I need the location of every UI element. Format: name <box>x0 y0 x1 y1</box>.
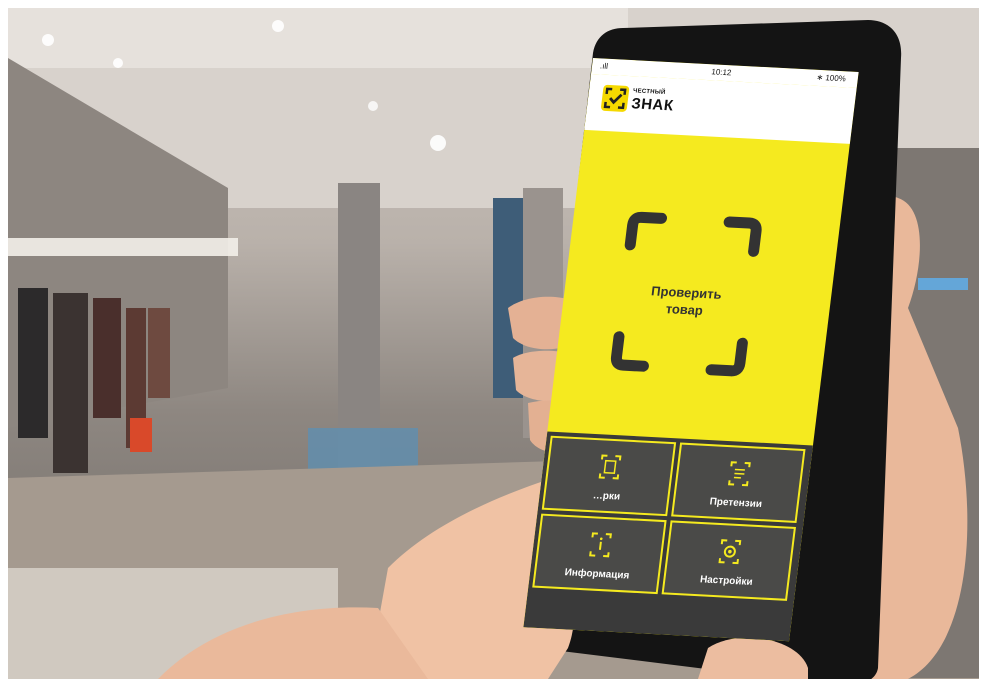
menu-grid: …рки Претензии Информация Настройки <box>523 431 813 642</box>
menu-tile-info[interactable]: Информация <box>532 513 667 595</box>
status-time: 10:12 <box>710 67 732 78</box>
menu-tile-label: Настройки <box>699 574 754 588</box>
check-frame-icon <box>600 84 630 113</box>
document-icon <box>598 454 622 480</box>
check-product-label: Проверить товар <box>616 281 755 322</box>
info-frame-icon <box>589 532 612 558</box>
menu-tile-label: Информация <box>563 567 630 582</box>
menu-tile-claims[interactable]: Претензии <box>671 442 806 523</box>
menu-tile-settings[interactable]: Настройки <box>661 520 796 601</box>
settings-icon <box>718 539 742 565</box>
menu-tile-checks[interactable]: …рки <box>541 435 677 517</box>
menu-tile-label: …рки <box>592 490 621 503</box>
logo-text-big: ЗНАК <box>630 95 675 115</box>
menu-tile-label: Претензии <box>709 496 763 511</box>
battery-indicator: ∗ 100% <box>816 72 847 84</box>
check-product-button[interactable]: Проверить товар <box>547 130 850 446</box>
signal-indicator: .ıll <box>599 61 609 71</box>
document-lines-icon <box>727 461 751 487</box>
